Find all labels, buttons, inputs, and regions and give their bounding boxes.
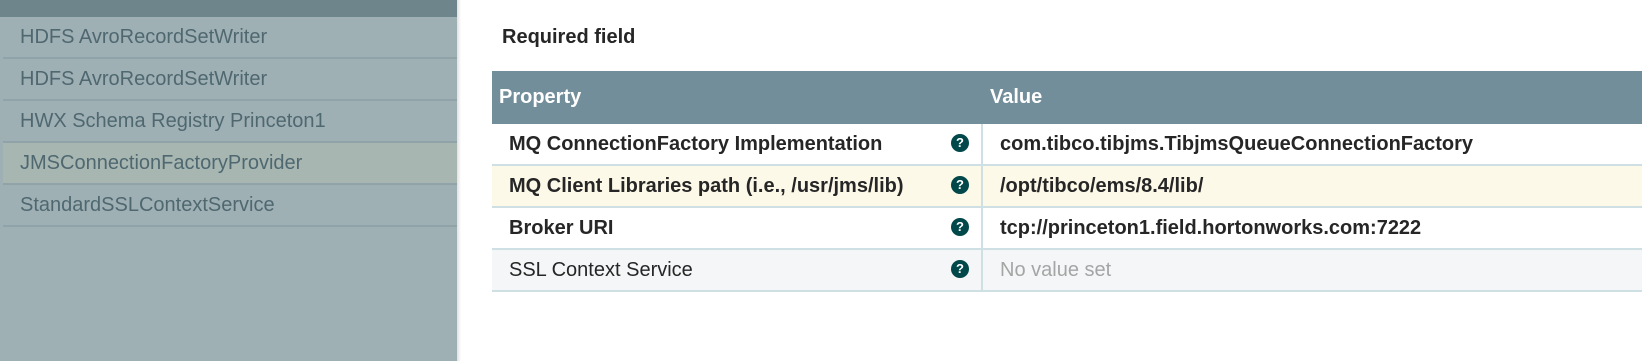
controller-services-panel: HDFS AvroRecordSetWriter HDFS AvroRecord… [0,0,457,361]
property-value[interactable]: com.tibco.tibjms.TibjmsQueueConnectionFa… [983,133,1642,156]
property-name-cell: Broker URI ? [492,208,983,248]
list-item[interactable]: HWX Schema Registry Princeton1 [3,101,457,143]
question-circle-icon[interactable]: ? [951,260,969,278]
question-circle-icon[interactable]: ? [951,218,969,236]
controller-services-list: HDFS AvroRecordSetWriter HDFS AvroRecord… [3,17,457,227]
property-name-cell: SSL Context Service ? [492,250,983,290]
column-header-property[interactable]: Property [492,86,983,109]
list-item[interactable]: StandardSSLContextService [3,185,457,227]
column-header-value[interactable]: Value [983,86,1642,109]
question-circle-icon[interactable]: ? [951,134,969,152]
property-name-cell: MQ ConnectionFactory Implementation ? [492,124,983,164]
table-row[interactable]: SSL Context Service ? No value set [492,250,1642,292]
property-value[interactable]: /opt/tibco/ems/8.4/lib/ [983,175,1642,198]
panel-shadow [457,0,461,361]
table-row[interactable]: MQ ConnectionFactory Implementation ? co… [492,124,1642,166]
property-name: Broker URI [509,216,614,239]
property-value[interactable]: tcp://princeton1.field.hortonworks.com:7… [983,217,1642,240]
list-item-selected[interactable]: JMSConnectionFactoryProvider [3,143,457,185]
table-header: Property Value [492,71,1642,124]
table-row[interactable]: Broker URI ? tcp://princeton1.field.hort… [492,208,1642,250]
question-circle-icon[interactable]: ? [951,176,969,194]
required-field-label: Required field [502,26,636,48]
properties-table: Property Value MQ ConnectionFactory Impl… [492,71,1642,292]
property-name-cell: MQ Client Libraries path (i.e., /usr/jms… [492,166,983,206]
table-row[interactable]: MQ Client Libraries path (i.e., /usr/jms… [492,166,1642,208]
list-item[interactable]: HDFS AvroRecordSetWriter [3,59,457,101]
property-name: MQ ConnectionFactory Implementation [509,132,883,155]
property-value-empty[interactable]: No value set [983,259,1642,282]
property-name: MQ Client Libraries path (i.e., /usr/jms… [509,174,904,197]
panel-top-bar [0,0,457,17]
property-name: SSL Context Service [509,258,693,281]
list-item[interactable]: HDFS AvroRecordSetWriter [3,17,457,59]
